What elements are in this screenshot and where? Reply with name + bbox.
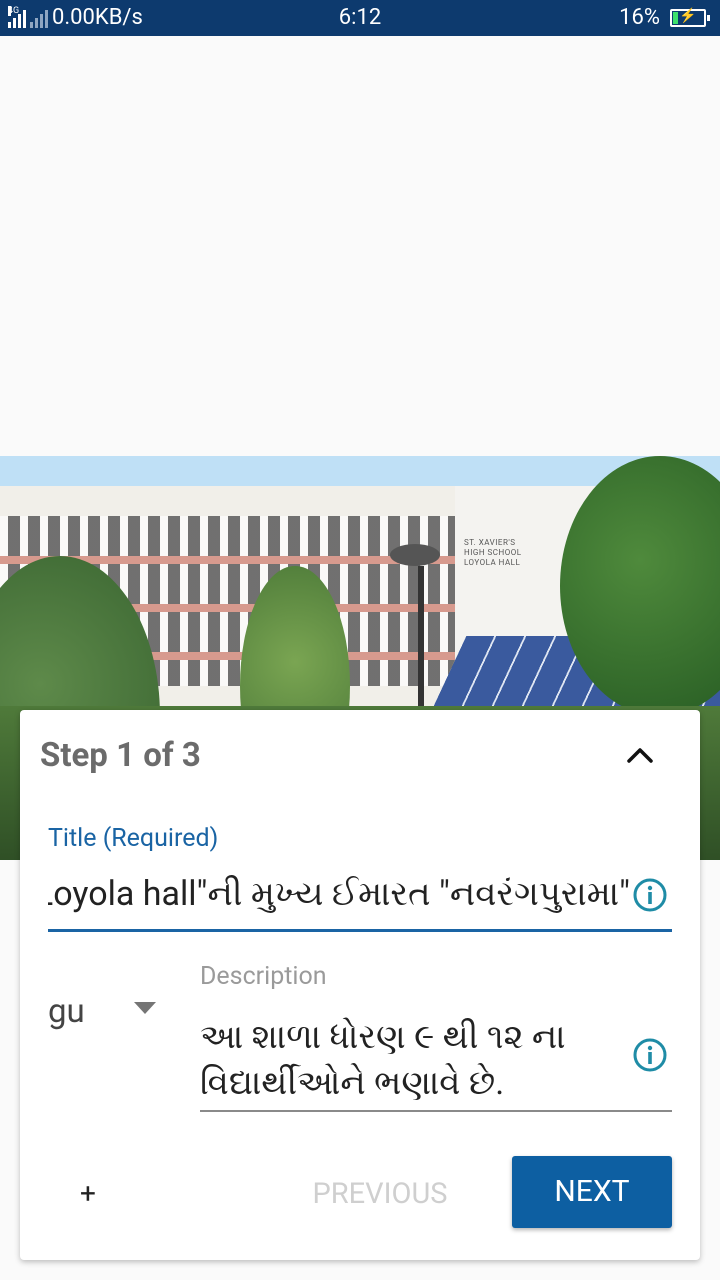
dropdown-arrow-icon[interactable] <box>134 1002 156 1014</box>
description-input-value: આ શાળા ધોરણ ૯ થી ૧૨ ના વિદ્યાર્થીઓને ભણા… <box>200 1017 566 1103</box>
battery-percent: 16% <box>619 5 660 30</box>
battery-charging-icon: ⚡ <box>670 7 710 27</box>
description-field-label: Description <box>200 962 327 991</box>
add-description-button[interactable]: + <box>68 1174 108 1214</box>
title-field-label: Title (Required) <box>48 824 219 853</box>
photo-lamp-post <box>418 566 424 716</box>
description-info-icon[interactable] <box>632 1037 668 1073</box>
chevron-up-icon[interactable] <box>620 740 660 772</box>
upload-step-card: Step 1 of 3 Title (Required) "Loyola hal… <box>20 710 700 1260</box>
step-title: Step 1 of 3 <box>40 736 201 775</box>
next-button[interactable]: NEXT <box>512 1156 672 1228</box>
title-input-value: "Loyola hall"ની મુખ્ય ઈમારત "નવરંગપુરામા… <box>48 874 630 914</box>
language-select[interactable]: gu <box>48 992 85 1031</box>
title-input[interactable]: "Loyola hall"ની મુખ્ય ઈમારત "નવરંગપુરામા… <box>48 870 672 932</box>
photo-lamp-head <box>390 544 440 566</box>
status-right: 16% ⚡ <box>619 5 710 30</box>
status-bar: 4G 0.00KB/s 6:12 16% ⚡ <box>0 0 720 36</box>
photo-building-sign: ST. XAVIER'S HIGH SCHOOL LOYOLA HALL <box>464 538 522 567</box>
description-input[interactable]: આ શાળા ધોરણ ૯ થી ૧૨ ના વિદ્યાર્થીઓને ભણા… <box>200 1010 672 1112</box>
previous-button[interactable]: PREVIOUS <box>290 1172 470 1216</box>
title-info-icon[interactable] <box>632 877 668 913</box>
charging-bolt-icon: ⚡ <box>679 7 697 24</box>
empty-background <box>0 36 720 456</box>
clock: 6:12 <box>338 5 382 30</box>
